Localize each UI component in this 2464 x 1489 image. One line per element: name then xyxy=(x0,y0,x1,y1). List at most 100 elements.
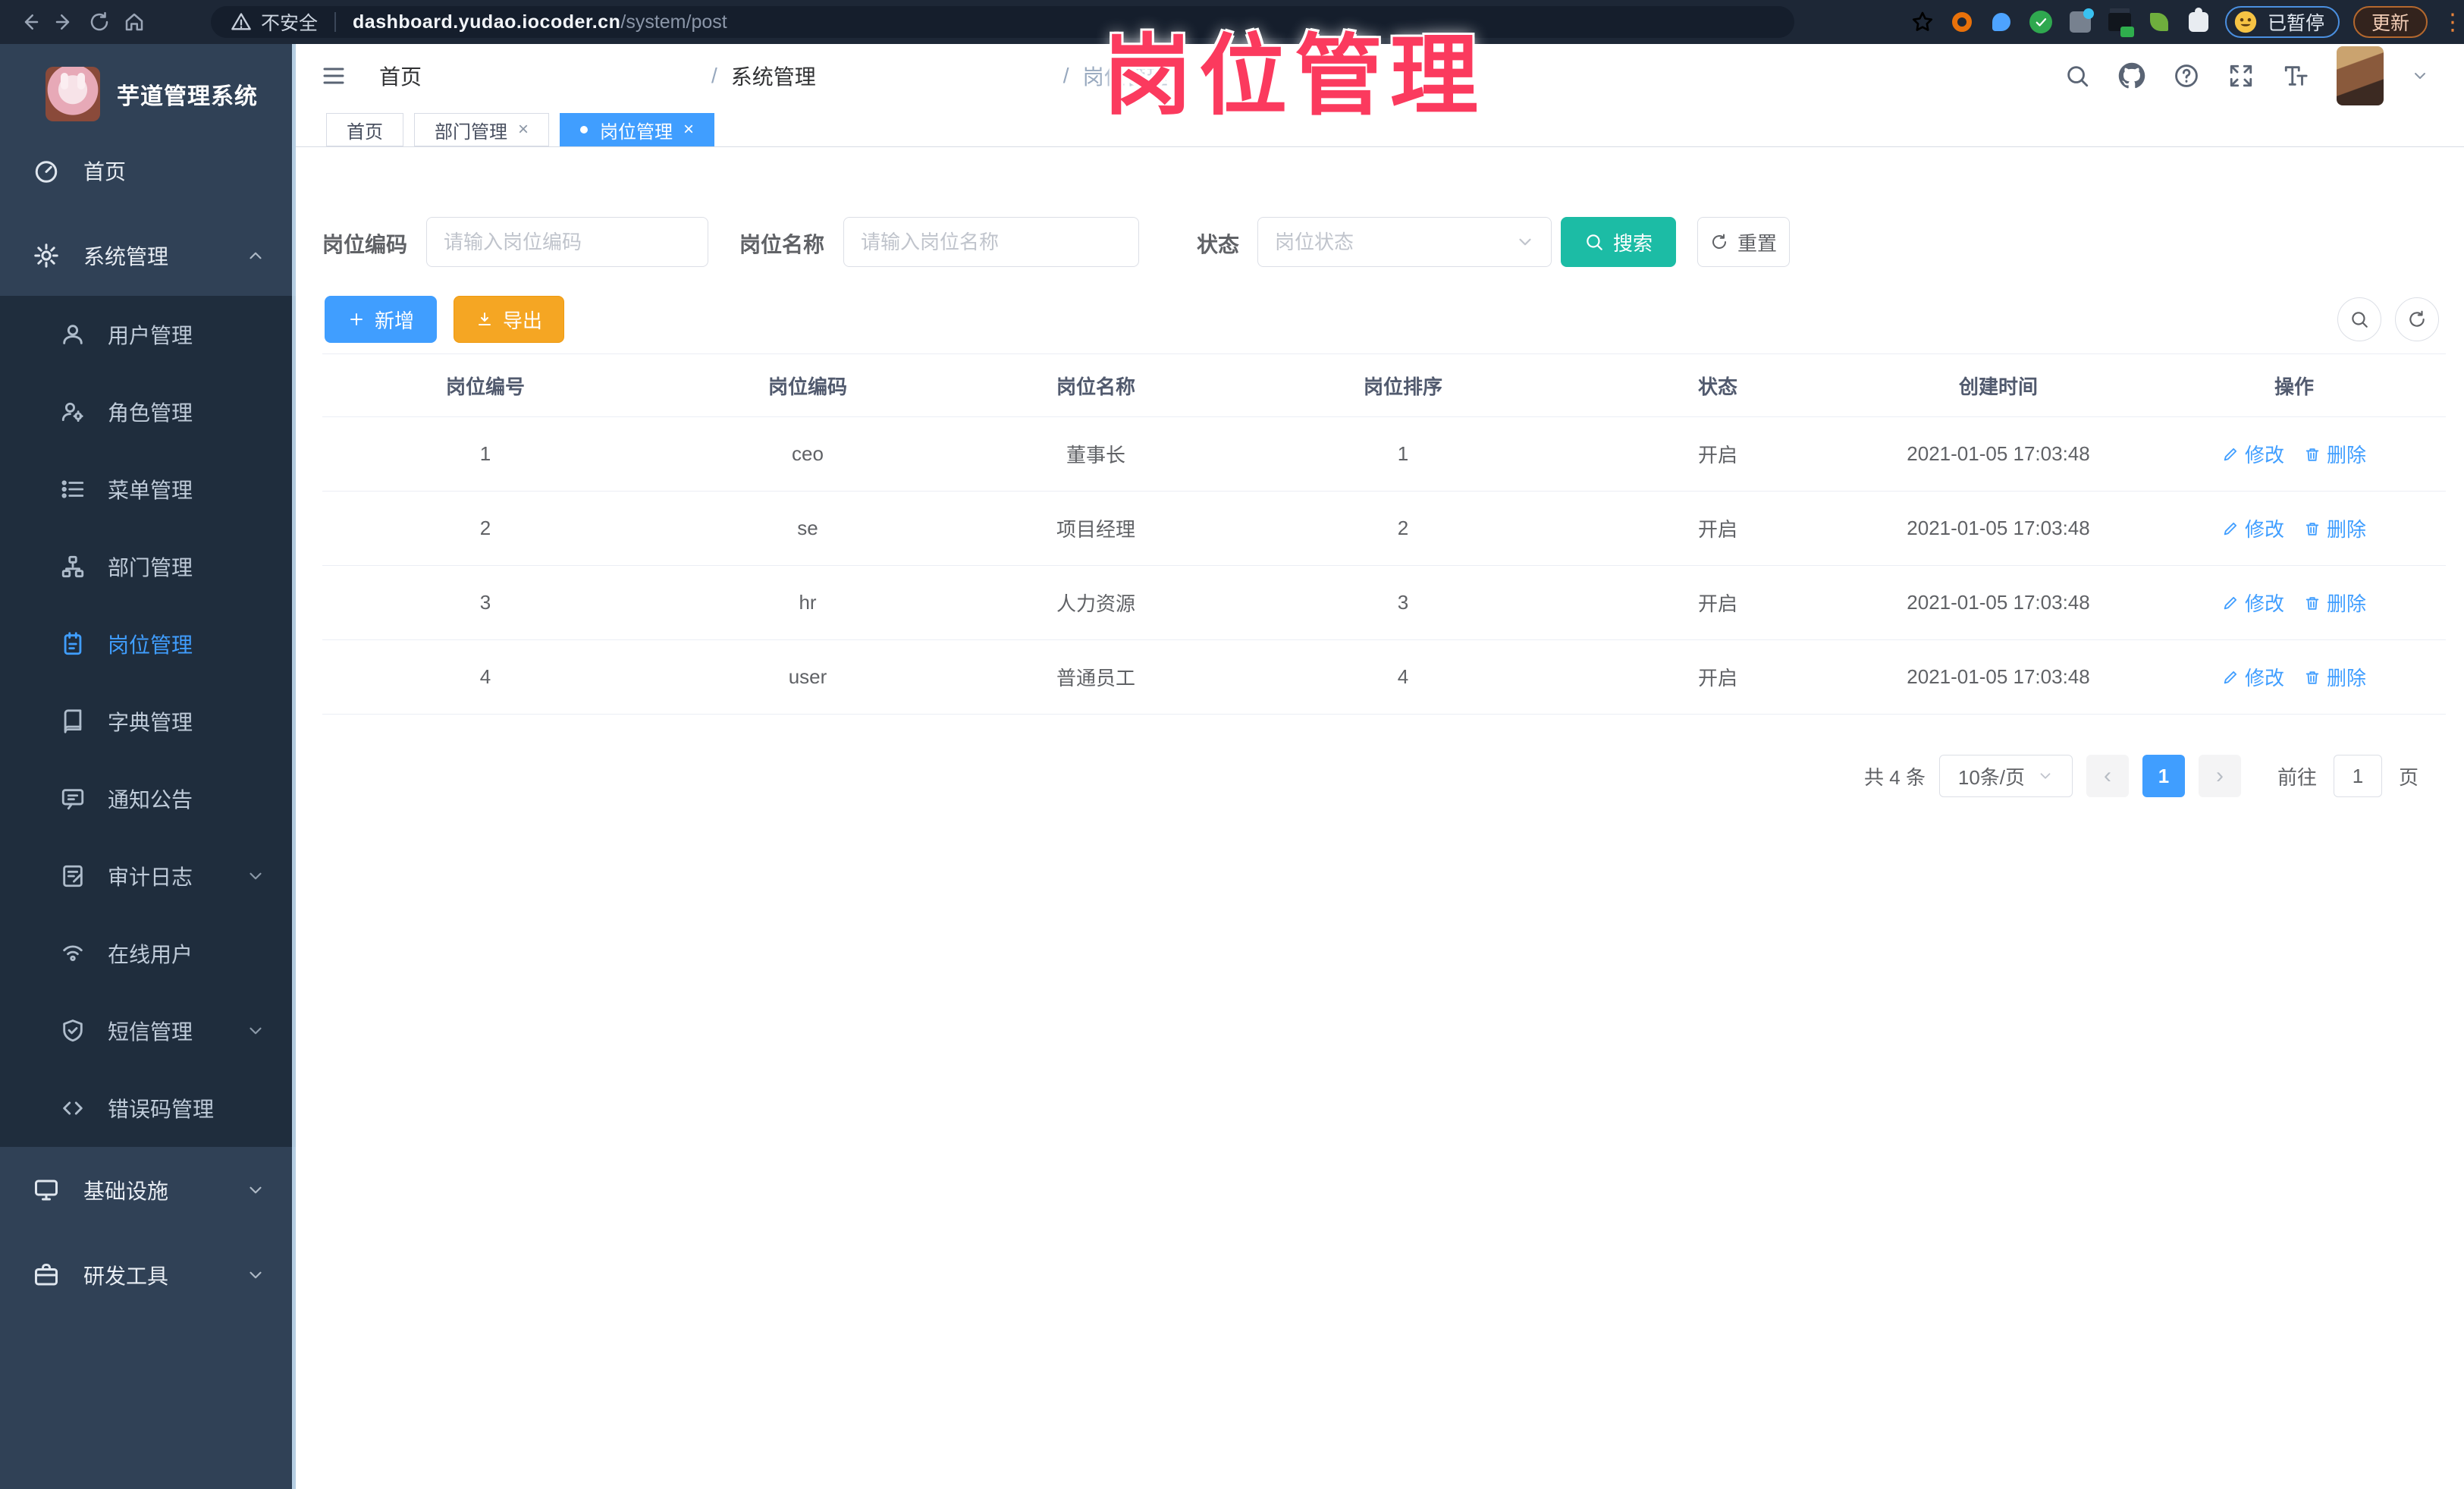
sidebar-logo-row[interactable]: 芋道管理系统 xyxy=(0,55,296,134)
goto-prefix: 前往 xyxy=(2277,765,2317,789)
browser-update-button[interactable]: 更新 xyxy=(2353,6,2428,38)
profile-paused-badge[interactable]: 已暂停 xyxy=(2224,6,2340,38)
chevron-down-icon xyxy=(246,1021,265,1041)
sidebar-item-home[interactable]: 首页 xyxy=(0,132,296,209)
edit-icon xyxy=(2224,596,2237,609)
browser-home-button[interactable] xyxy=(117,5,152,39)
edit-label: 修改 xyxy=(2244,518,2284,541)
refresh-table-button[interactable] xyxy=(2395,297,2439,341)
delete-link[interactable]: 删除 xyxy=(2304,663,2366,691)
extensions-puzzle-icon[interactable] xyxy=(2186,8,2211,35)
sidebar-item-user-mgmt[interactable]: 用户管理 xyxy=(0,296,296,373)
extension-sprout-icon[interactable] xyxy=(2146,9,2172,35)
goto-page-input[interactable] xyxy=(2333,755,2382,797)
edit-link[interactable]: 修改 xyxy=(2222,514,2284,542)
prev-page-button[interactable]: ‹ xyxy=(2086,755,2129,797)
breadcrumb-home[interactable]: 首页 xyxy=(379,61,698,91)
sidebar-item-dev-tools[interactable]: 研发工具 xyxy=(0,1236,296,1314)
sidebar-item-role-mgmt[interactable]: 角色管理 xyxy=(0,373,296,451)
search-button[interactable]: 搜索 xyxy=(1561,217,1676,267)
font-size-icon[interactable] xyxy=(2282,62,2309,90)
sms-shield-icon xyxy=(59,1017,86,1044)
sidebar-item-label: 字典管理 xyxy=(108,711,193,734)
add-button[interactable]: 新增 xyxy=(325,296,437,343)
post-name-input[interactable] xyxy=(843,217,1139,267)
edit-link[interactable]: 修改 xyxy=(2222,440,2284,468)
table-header-row: 岗位编号 岗位编码 岗位名称 岗位排序 状态 创建时间 操作 xyxy=(322,353,2446,417)
sidebar-item-notice[interactable]: 通知公告 xyxy=(0,760,296,837)
sidebar-item-dept-mgmt[interactable]: 部门管理 xyxy=(0,528,296,605)
emoji-face-icon xyxy=(2234,11,2257,33)
delete-link[interactable]: 删除 xyxy=(2304,589,2366,617)
address-bar[interactable]: 不安全 dashboard.yudao.iocoder.cn/system/po… xyxy=(211,6,1794,38)
browser-reload-button[interactable] xyxy=(82,5,117,39)
sidebar-item-menu-mgmt[interactable]: 菜单管理 xyxy=(0,451,296,528)
cell-status: 开启 xyxy=(1697,518,1737,541)
edit-icon xyxy=(2224,448,2237,460)
help-icon[interactable] xyxy=(2173,62,2200,90)
role-icon xyxy=(59,398,86,426)
page-1-button[interactable]: 1 xyxy=(2142,755,2185,797)
user-icon xyxy=(59,321,86,348)
tab-home[interactable]: 首页 xyxy=(326,113,403,146)
tab-post-mgmt[interactable]: 岗位管理 × xyxy=(560,113,715,146)
chevron-down-icon xyxy=(2040,773,2051,779)
cell-name: 人力资源 xyxy=(1056,592,1135,615)
extension-drop-icon[interactable] xyxy=(1988,9,2014,35)
cell-actions: 修改 删除 xyxy=(2142,440,2446,468)
search-icon xyxy=(1587,234,1602,250)
column-header: 创建时间 xyxy=(1958,375,2038,398)
browser-back-button[interactable] xyxy=(12,5,47,39)
close-icon[interactable]: × xyxy=(518,119,529,140)
cell-created: 2021-01-05 17:03:48 xyxy=(1907,517,2090,539)
refresh-icon xyxy=(2409,310,2425,327)
close-icon[interactable]: × xyxy=(683,119,694,140)
toggle-search-button[interactable] xyxy=(2337,297,2381,341)
reset-button-label: 重置 xyxy=(1737,231,1777,255)
url-path: /system/post xyxy=(620,11,727,33)
security-label: 不安全 xyxy=(261,13,319,34)
tab-dept-mgmt[interactable]: 部门管理 × xyxy=(414,113,550,146)
content: 岗位编码 岗位名称 状态 搜索 重置 新增 导出 xyxy=(296,147,2464,1489)
fullscreen-icon[interactable] xyxy=(2227,62,2255,90)
delete-link[interactable]: 删除 xyxy=(2304,440,2366,468)
extension-rows-icon[interactable] xyxy=(2107,9,2134,37)
tab-label: 岗位管理 xyxy=(600,121,673,143)
sidebar-item-post-mgmt[interactable]: 岗位管理 xyxy=(0,605,296,683)
page-size-select[interactable]: 10条/页 xyxy=(1938,755,2073,797)
reload-icon xyxy=(90,11,108,31)
extension-orange-icon[interactable] xyxy=(1949,9,1975,35)
column-header: 岗位排序 xyxy=(1363,375,1442,398)
sidebar-item-audit-log[interactable]: 审计日志 xyxy=(0,837,296,915)
dictionary-icon xyxy=(59,708,86,735)
edit-link[interactable]: 修改 xyxy=(2222,589,2284,617)
github-icon[interactable] xyxy=(2118,62,2145,90)
cell-actions: 修改 删除 xyxy=(2142,514,2446,542)
status-label: 状态 xyxy=(1197,233,1240,256)
avatar[interactable] xyxy=(2337,46,2384,105)
browser-forward-button[interactable] xyxy=(47,5,82,39)
reset-button[interactable]: 重置 xyxy=(1697,217,1790,267)
post-code-input[interactable] xyxy=(426,217,708,267)
sidebar-item-sms-mgmt[interactable]: 短信管理 xyxy=(0,992,296,1070)
browser-menu-kebab-icon[interactable]: ⋮ xyxy=(2441,9,2464,36)
sidebar-item-system-mgmt[interactable]: 系统管理 xyxy=(0,217,296,294)
bookmark-star-icon[interactable] xyxy=(1910,9,1935,35)
next-page-button[interactable]: › xyxy=(2198,755,2241,797)
cell-created: 2021-01-05 17:03:48 xyxy=(1907,442,2090,465)
caret-down-icon[interactable] xyxy=(2411,67,2429,85)
delete-link[interactable]: 删除 xyxy=(2304,514,2366,542)
breadcrumb-system-mgmt[interactable]: 系统管理 xyxy=(731,61,1050,91)
sidebar-item-error-code-mgmt[interactable]: 错误码管理 xyxy=(0,1070,296,1147)
sidebar-collapse-button[interactable] xyxy=(319,62,349,90)
delete-label: 删除 xyxy=(2327,444,2367,466)
extension-check-icon[interactable] xyxy=(2028,9,2054,35)
sidebar-item-dict-mgmt[interactable]: 字典管理 xyxy=(0,683,296,760)
extension-grid-icon[interactable] xyxy=(2067,8,2094,35)
sidebar-item-infrastructure[interactable]: 基础设施 xyxy=(0,1151,296,1229)
sidebar-item-online-users[interactable]: 在线用户 xyxy=(0,915,296,992)
search-icon[interactable] xyxy=(2064,62,2091,90)
status-select[interactable] xyxy=(1257,217,1552,267)
edit-link[interactable]: 修改 xyxy=(2222,663,2284,691)
export-button[interactable]: 导出 xyxy=(454,296,564,343)
